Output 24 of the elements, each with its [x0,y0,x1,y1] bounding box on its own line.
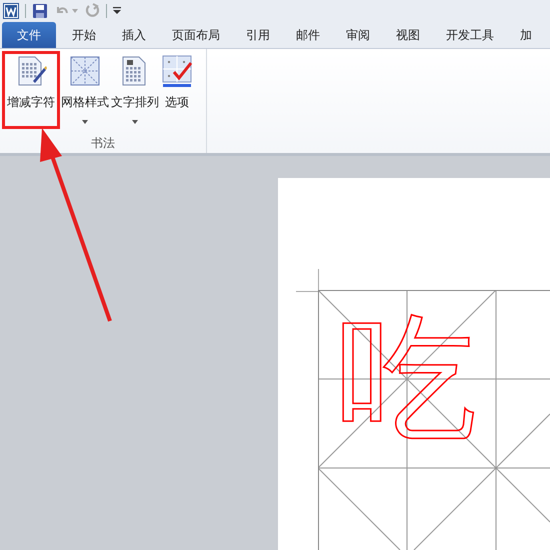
ribbon-tab[interactable]: 文件 [2,22,56,48]
ribbon-tab[interactable]: 插入 [109,22,159,48]
save-icon[interactable] [32,3,48,19]
ribbon-button[interactable]: 选项 [160,51,194,129]
ribbon-tab[interactable]: 开始 [59,22,109,48]
dropdown-caret-icon [82,120,88,124]
ribbon-tab[interactable]: 开发工具 [433,22,507,48]
crop-mark [296,269,319,292]
word-logo-icon[interactable] [3,3,19,19]
ribbon-button[interactable]: 增减字符 [2,51,60,129]
ribbon-tab[interactable]: 页面布局 [159,22,233,48]
ribbon-tab[interactable]: 引用 [233,22,283,48]
ribbon-button[interactable]: 网格样式 [60,51,110,129]
ribbon-tab[interactable]: 视图 [383,22,433,48]
options-check-icon [161,55,193,87]
ribbon-tab[interactable]: 加 [507,22,545,48]
ribbon-tab[interactable]: 邮件 [283,22,333,48]
ribbon-tab[interactable]: 审阅 [333,22,383,48]
grid-style-icon [69,55,101,87]
group-label: 书法 [91,135,115,152]
calligraphy-character: 吃 [337,309,477,449]
dropdown-caret-icon [132,120,138,124]
customize-menu-icon[interactable] [113,7,121,15]
ribbon-button[interactable]: 文字排列 [110,51,160,129]
